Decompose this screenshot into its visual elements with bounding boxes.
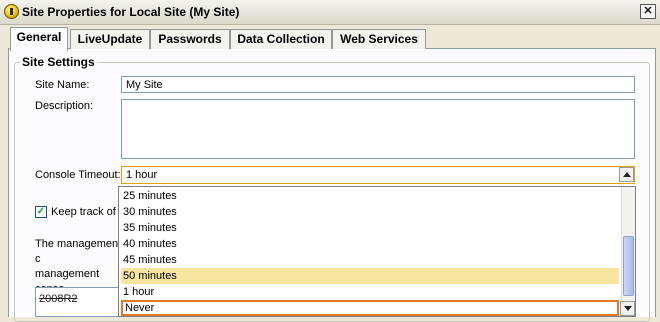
site-name-input[interactable]: My Site [121, 76, 635, 93]
tab-general[interactable]: General [10, 27, 68, 51]
close-button[interactable]: ✕ [640, 4, 656, 19]
description-label: Description: [35, 100, 94, 112]
dropdown-scrollbar[interactable] [621, 187, 635, 316]
option-35-minutes[interactable]: 35 minutes [121, 220, 619, 236]
scrollbar-thumb[interactable] [623, 236, 634, 296]
keep-track-label: Keep track of e [51, 206, 125, 218]
console-timeout-select[interactable]: 1 hour [121, 166, 635, 184]
combo-up-arrow-icon[interactable] [619, 167, 634, 182]
option-never[interactable]: Never [121, 300, 619, 316]
window-title: Site Properties for Local Site (My Site) [22, 5, 240, 19]
scroll-down-arrow-icon[interactable] [620, 301, 635, 316]
site-name-label: Site Name: [35, 79, 90, 91]
tab-liveupdate[interactable]: LiveUpdate [70, 29, 150, 49]
timeout-dropdown-list[interactable]: 25 minutes 30 minutes 35 minutes 40 minu… [118, 186, 636, 317]
title-bar: Site Properties for Local Site (My Site)… [0, 0, 660, 25]
bottom-list-item[interactable]: 2008R2 [39, 293, 78, 305]
option-25-minutes[interactable]: 25 minutes [121, 188, 619, 204]
description-textarea[interactable] [121, 99, 635, 159]
option-45-minutes[interactable]: 45 minutes [121, 252, 619, 268]
keep-track-checkbox[interactable]: ✓ [35, 206, 47, 218]
option-50-minutes[interactable]: 50 minutes [121, 268, 619, 284]
option-30-minutes[interactable]: 30 minutes [121, 204, 619, 220]
tab-passwords[interactable]: Passwords [150, 29, 230, 49]
tab-data-collection[interactable]: Data Collection [230, 29, 332, 49]
option-1-hour[interactable]: 1 hour [121, 284, 619, 300]
tab-web-services[interactable]: Web Services [332, 29, 426, 49]
option-40-minutes[interactable]: 40 minutes [121, 236, 619, 252]
console-timeout-label: Console Timeout: [35, 169, 121, 181]
site-settings-title: Site Settings [20, 55, 97, 69]
app-shield-icon [4, 4, 19, 19]
